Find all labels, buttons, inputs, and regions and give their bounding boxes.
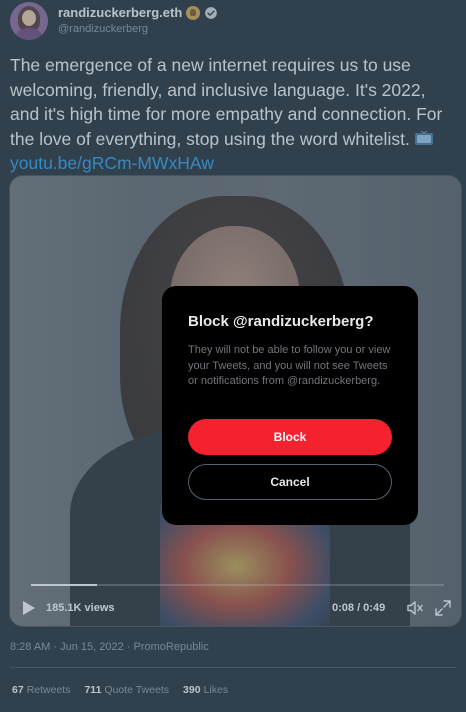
block-button[interactable]: Block <box>188 419 392 455</box>
dialog-body: They will not be able to follow you or v… <box>188 344 391 387</box>
cancel-button[interactable]: Cancel <box>188 464 392 500</box>
block-dialog: Block @randizuckerberg? They will not be… <box>162 286 418 525</box>
dialog-title: Block @randizuckerberg? <box>188 313 374 330</box>
